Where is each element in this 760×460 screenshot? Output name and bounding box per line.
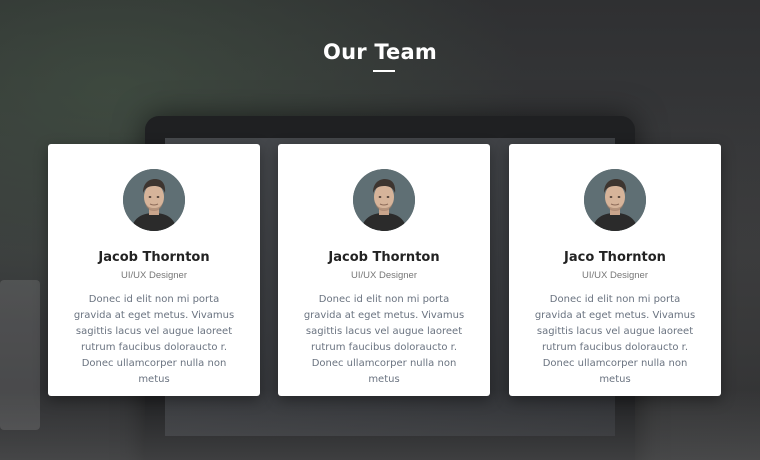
member-name: Jaco Thornton [564,250,666,265]
person-portrait-icon [353,169,415,231]
member-name: Jacob Thornton [98,250,210,265]
member-role: UI/UX Designer [121,270,187,281]
title-underline [373,70,395,72]
team-section: Our Team Jacob Thornton UI/UX Designer D… [0,0,760,460]
avatar [123,169,185,231]
person-portrait-icon [584,169,646,231]
member-description: Donec id elit non mi porta gravida at eg… [534,294,696,385]
avatar [584,169,646,231]
section-title: Our Team [323,40,437,64]
member-description: Donec id elit non mi porta gravida at eg… [73,294,235,385]
avatar [353,169,415,231]
member-name: Jacob Thornton [328,250,440,265]
team-card: Jacob Thornton UI/UX Designer Donec id e… [278,144,490,396]
member-role: UI/UX Designer [351,270,417,281]
team-card: Jaco Thornton UI/UX Designer Donec id el… [509,144,721,396]
member-role: UI/UX Designer [582,270,648,281]
member-description: Donec id elit non mi porta gravida at eg… [303,294,465,385]
team-card: Jacob Thornton UI/UX Designer Donec id e… [48,144,260,396]
person-portrait-icon [123,169,185,231]
